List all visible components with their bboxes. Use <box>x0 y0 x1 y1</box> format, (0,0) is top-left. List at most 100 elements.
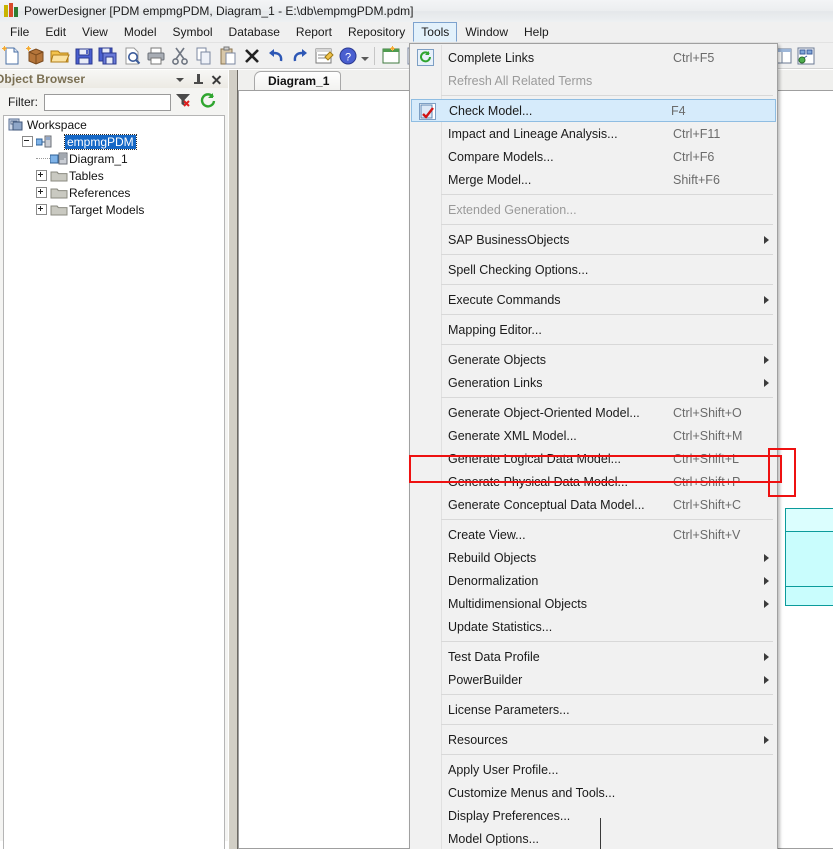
menu-item-generate-object-oriented-model[interactable]: Generate Object-Oriented Model... Ctrl+Sh… <box>410 401 777 424</box>
menu-item-generate-conceptual-data-model[interactable]: Generate Conceptual Data Model... Ctrl+Sh… <box>410 493 777 516</box>
tree-node-diagram-1[interactable]: Diagram_1 <box>4 150 224 167</box>
model-links-icon[interactable] <box>795 45 817 67</box>
object-browser-panel: Object Browser Filter: Workspace empmgPD… <box>0 70 228 849</box>
table-symbol-header <box>786 509 833 532</box>
menu-item-generation-links[interactable]: Generation Links <box>410 371 777 394</box>
menu-item-shortcut: Ctrl+F11 <box>673 126 721 141</box>
menu-item-label: Denormalization <box>448 573 539 588</box>
tree-node-tables[interactable]: Tables <box>4 167 224 184</box>
expand-icon[interactable] <box>36 170 47 181</box>
submenu-arrow-icon <box>761 355 769 365</box>
panel-menu-caret-icon[interactable] <box>175 74 186 85</box>
menu-item-test-data-profile[interactable]: Test Data Profile <box>410 645 777 668</box>
expand-icon[interactable] <box>36 187 47 198</box>
menu-item-powerbuilder[interactable]: PowerBuilder <box>410 668 777 691</box>
tree-node-empmgpdm[interactable]: empmgPDM <box>4 133 224 150</box>
menu-item-mapping-editor[interactable]: Mapping Editor... <box>410 318 777 341</box>
menu-separator <box>410 638 777 645</box>
menubar-item-tools[interactable]: Tools <box>413 22 458 42</box>
menubar-item-database[interactable]: Database <box>221 22 288 42</box>
tree-node-workspace[interactable]: Workspace <box>4 116 224 133</box>
object-browser-tree[interactable]: Workspace empmgPDM Diagram_1 Tables Referenc… <box>3 115 225 849</box>
filter-input[interactable] <box>44 93 171 111</box>
help-icon[interactable]: ? <box>337 45 359 67</box>
menu-item-license-parameters[interactable]: License Parameters... <box>410 698 777 721</box>
title-bar: PowerDesigner [PDM empmgPDM, Diagram_1 -… <box>0 0 833 23</box>
toolbar-overflow[interactable] <box>360 45 370 67</box>
menu-item-spell-checking-options[interactable]: Spell Checking Options... <box>410 258 777 281</box>
menu-item-multidimensional-objects[interactable]: Multidimensional Objects <box>410 592 777 615</box>
overview-icon[interactable] <box>380 45 402 67</box>
menu-item-rebuild-objects[interactable]: Rebuild Objects <box>410 546 777 569</box>
close-icon[interactable] <box>211 74 222 85</box>
menu-item-compare-models[interactable]: Compare Models... Ctrl+F6 <box>410 145 777 168</box>
tab-diagram-1[interactable]: Diagram_1 <box>254 71 342 90</box>
menubar-item-model[interactable]: Model <box>116 22 165 42</box>
paste-icon[interactable] <box>217 45 239 67</box>
menu-item-denormalization[interactable]: Denormalization <box>410 569 777 592</box>
menu-separator <box>410 516 777 523</box>
table-symbol[interactable] <box>785 508 833 606</box>
menu-item-display-preferences[interactable]: Display Preferences... <box>410 804 777 827</box>
menubar-item-file[interactable]: File <box>2 22 37 42</box>
menu-item-complete-links[interactable]: Complete Links Ctrl+F5 <box>410 46 777 69</box>
menu-item-shortcut: Ctrl+Shift+M <box>673 428 743 443</box>
clear-filter-icon[interactable] <box>175 92 191 113</box>
cut-icon[interactable] <box>169 45 191 67</box>
redo-icon[interactable] <box>289 45 311 67</box>
toolbar-separator <box>374 46 375 65</box>
menu-item-apply-user-profile[interactable]: Apply User Profile... <box>410 758 777 781</box>
tools-dropdown-menu[interactable]: Complete Links Ctrl+F5 Refresh All Related… <box>409 43 778 849</box>
menu-bar[interactable]: File Edit View Model Symbol Database Report Rep… <box>0 22 833 43</box>
menu-item-execute-commands[interactable]: Execute Commands <box>410 288 777 311</box>
menu-item-resources[interactable]: Resources <box>410 728 777 751</box>
menubar-item-view[interactable]: View <box>74 22 116 42</box>
pin-icon[interactable] <box>193 73 204 85</box>
menu-item-impact-and-lineage-analysis[interactable]: Impact and Lineage Analysis... Ctrl+F11 <box>410 122 777 145</box>
new-package-icon[interactable] <box>25 45 47 67</box>
menu-item-shortcut: Ctrl+F5 <box>673 50 715 65</box>
menu-item-label: Model Options... <box>448 831 540 846</box>
delete-icon[interactable] <box>241 45 263 67</box>
new-model-icon[interactable] <box>1 45 23 67</box>
menu-item-sap-businessobjects[interactable]: SAP BusinessObjects <box>410 228 777 251</box>
menu-item-generate-physical-data-model[interactable]: Generate Physical Data Model... Ctrl+Shif… <box>410 470 777 493</box>
save-icon[interactable] <box>73 45 95 67</box>
menubar-item-edit[interactable]: Edit <box>37 22 74 42</box>
menu-item-shortcut: Ctrl+Shift+C <box>673 497 742 512</box>
print-preview-icon[interactable] <box>121 45 143 67</box>
tree-node-references[interactable]: References <box>4 184 224 201</box>
properties-icon[interactable] <box>313 45 335 67</box>
menubar-item-symbol[interactable]: Symbol <box>165 22 221 42</box>
menubar-item-repository[interactable]: Repository <box>340 22 413 42</box>
menu-item-generate-objects[interactable]: Generate Objects <box>410 348 777 371</box>
print-icon[interactable] <box>145 45 167 67</box>
tree-node-target-models[interactable]: Target Models <box>4 201 224 218</box>
menu-item-label: Generate Physical Data Model... <box>448 474 628 489</box>
menu-item-customize-menus-and-tools[interactable]: Customize Menus and Tools... <box>410 781 777 804</box>
menu-item-generate-xml-model[interactable]: Generate XML Model... Ctrl+Shift+M <box>410 424 777 447</box>
menubar-item-window[interactable]: Window <box>457 22 516 42</box>
undo-icon[interactable] <box>265 45 287 67</box>
expand-icon[interactable] <box>36 204 47 215</box>
menu-item-check-model[interactable]: Check Model... F4 <box>411 99 776 122</box>
menu-item-model-options[interactable]: Model Options... <box>410 827 777 849</box>
filter-row: Filter: <box>3 90 225 114</box>
menu-item-create-view[interactable]: Create View... Ctrl+Shift+V <box>410 523 777 546</box>
menubar-item-report[interactable]: Report <box>288 22 340 42</box>
refresh-icon[interactable] <box>200 92 216 113</box>
save-all-icon[interactable] <box>97 45 119 67</box>
complete-links-icon <box>417 49 434 66</box>
menu-item-label: Check Model... <box>449 103 533 118</box>
copy-icon[interactable] <box>193 45 215 67</box>
menu-item-update-statistics[interactable]: Update Statistics... <box>410 615 777 638</box>
tree-node-label: Workspace <box>27 117 87 132</box>
collapse-icon[interactable] <box>22 136 33 147</box>
menu-item-generate-logical-data-model[interactable]: Generate Logical Data Model... Ctrl+Shift… <box>410 447 777 470</box>
menu-item-merge-model[interactable]: Merge Model... Shift+F6 <box>410 168 777 191</box>
open-model-icon[interactable] <box>49 45 71 67</box>
menubar-item-help[interactable]: Help <box>516 22 557 42</box>
menu-item-label: Complete Links <box>448 50 535 65</box>
